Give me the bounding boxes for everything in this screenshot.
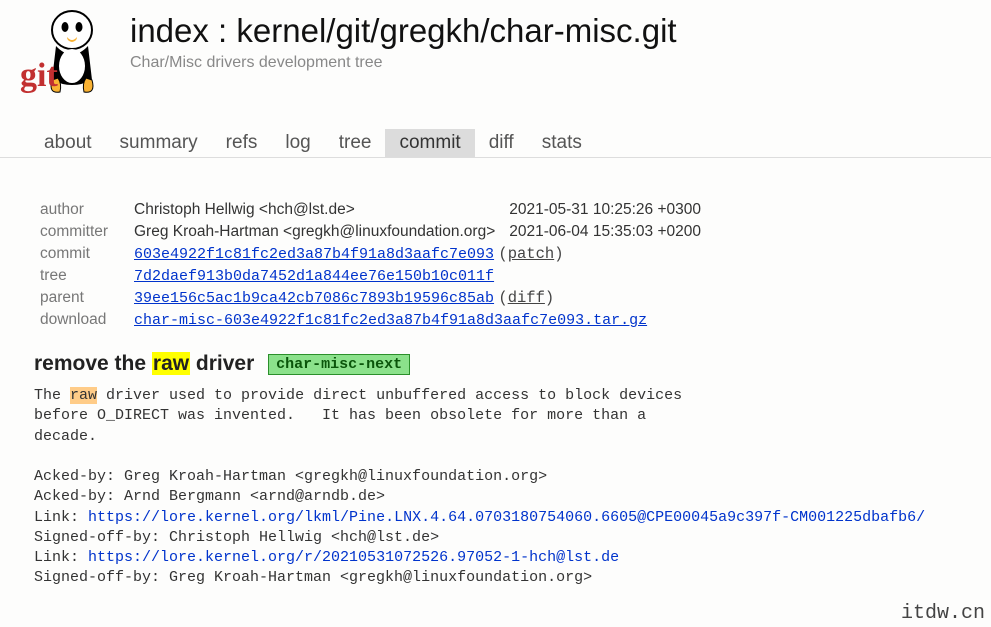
tab-commit[interactable]: commit	[385, 129, 474, 157]
tab-stats[interactable]: stats	[528, 129, 596, 157]
author-name: Christoph Hellwig <hch@lst.de>	[134, 200, 507, 220]
table-row: committer Greg Kroah-Hartman <gregkh@lin…	[40, 222, 713, 242]
commit-body: The raw driver used to provide direct un…	[34, 386, 991, 589]
table-row: tree 7d2daef913b0da7452d1a844ee76e150b10…	[40, 266, 713, 286]
index-label: index	[130, 12, 209, 49]
logo-git: git	[18, 8, 130, 103]
table-row: commit 603e4922f1c81fc2ed3a87b4f91a8d3aa…	[40, 244, 713, 264]
lore-link-1[interactable]: https://lore.kernel.org/lkml/Pine.LNX.4.…	[88, 509, 925, 526]
repo-link[interactable]: kernel/git/gregkh/char-misc.git	[236, 12, 676, 49]
tab-summary[interactable]: summary	[106, 129, 212, 157]
watermark: itdw.cn	[901, 602, 985, 625]
commit-label: commit	[40, 244, 132, 264]
committer-label: committer	[40, 222, 132, 242]
diff-link[interactable]: diff	[508, 289, 545, 307]
lore-link-2[interactable]: https://lore.kernel.org/r/20210531072526…	[88, 549, 619, 566]
table-row: parent 39ee156c5ac1b9ca42cb7086c7893b195…	[40, 288, 713, 308]
table-row: download char-misc-603e4922f1c81fc2ed3a8…	[40, 310, 713, 330]
parent-hash-link[interactable]: 39ee156c5ac1b9ca42cb7086c7893b19596c85ab	[134, 290, 494, 307]
download-label: download	[40, 310, 132, 330]
commit-hash-link[interactable]: 603e4922f1c81fc2ed3a87b4f91a8d3aafc7e093	[134, 246, 494, 263]
tab-refs[interactable]: refs	[212, 129, 272, 157]
page-title: index : kernel/git/gregkh/char-misc.git	[130, 12, 677, 50]
repo-subtitle: Char/Misc drivers development tree	[130, 54, 677, 72]
author-label: author	[40, 200, 132, 220]
tab-log[interactable]: log	[271, 129, 324, 157]
tab-tree[interactable]: tree	[325, 129, 386, 157]
tab-diff[interactable]: diff	[475, 129, 528, 157]
commit-subject: remove the raw driver char-misc-next	[34, 352, 991, 376]
header: git index : kernel/git/gregkh/char-misc.…	[0, 0, 991, 103]
title-block: index : kernel/git/gregkh/char-misc.git …	[130, 8, 677, 72]
highlight-keyword: raw	[70, 387, 97, 404]
committer-date: 2021-06-04 15:35:03 +0200	[509, 222, 713, 242]
download-link[interactable]: char-misc-603e4922f1c81fc2ed3a87b4f91a8d…	[134, 312, 647, 329]
branch-label[interactable]: char-misc-next	[268, 354, 410, 375]
table-row: author Christoph Hellwig <hch@lst.de> 20…	[40, 200, 713, 220]
commit-info-table: author Christoph Hellwig <hch@lst.de> 20…	[38, 198, 715, 332]
highlight-keyword: raw	[152, 352, 190, 375]
tabs-nav: aboutsummaryrefslogtreecommitdiffstats	[0, 129, 991, 158]
tab-about[interactable]: about	[30, 129, 106, 157]
author-date: 2021-05-31 10:25:26 +0300	[509, 200, 713, 220]
tree-label: tree	[40, 266, 132, 286]
svg-text:git: git	[20, 57, 58, 94]
patch-link[interactable]: patch	[508, 245, 555, 263]
committer-name: Greg Kroah-Hartman <gregkh@linuxfoundati…	[134, 222, 507, 242]
tree-hash-link[interactable]: 7d2daef913b0da7452d1a844ee76e150b10c011f	[134, 268, 494, 285]
parent-label: parent	[40, 288, 132, 308]
